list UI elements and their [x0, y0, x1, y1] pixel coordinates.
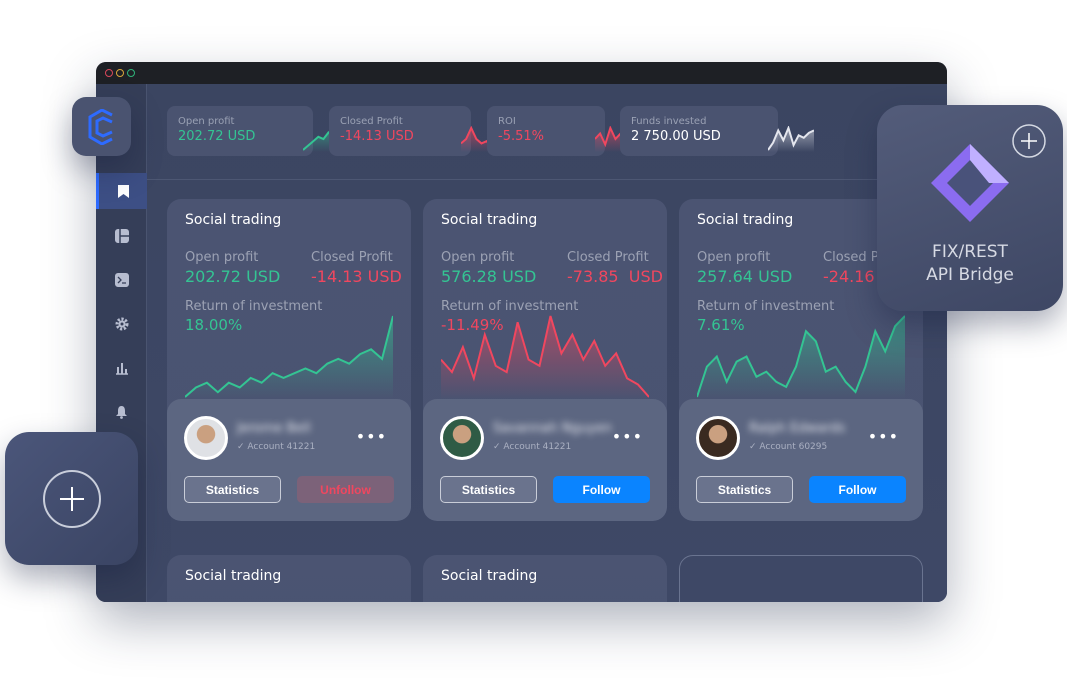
- card-title: Social trading: [441, 212, 538, 228]
- statistics-button[interactable]: Statistics: [184, 476, 281, 503]
- logo-icon: [88, 108, 113, 145]
- sidebar-item-settings[interactable]: [96, 306, 147, 342]
- roi-label: Return of investment: [441, 299, 579, 314]
- closed-profit-value: -73.85 USD: [567, 267, 663, 286]
- stat-value: -14.13 USD: [340, 129, 414, 144]
- trader-name: Savannah Nguyen: [493, 421, 612, 436]
- trader-name: Jerome Bell: [237, 421, 311, 436]
- stat-card[interactable]: ROI -5.51%: [487, 106, 641, 156]
- maximize-button[interactable]: [127, 69, 135, 77]
- plus-icon[interactable]: [1011, 123, 1047, 159]
- diamond-logo-icon: [931, 144, 1009, 222]
- account-label: ✓ Account 41221: [493, 442, 572, 452]
- title-bar: [96, 62, 947, 84]
- stat-value: 202.72 USD: [178, 129, 256, 144]
- statistics-button[interactable]: Statistics: [440, 476, 537, 503]
- sparkline: [696, 315, 906, 399]
- stat-label: ROI: [498, 116, 516, 127]
- trader-name: Ralph Edwards: [749, 421, 846, 436]
- stat-card[interactable]: Funds invested 2 750.00 USD: [620, 106, 814, 156]
- social-trading-card: Social trading Open profit 576.28 USD Cl…: [423, 199, 667, 521]
- fix-rest-label: FIX/REST: [932, 242, 1008, 262]
- open-profit-label: Open profit: [441, 250, 515, 265]
- add-tile[interactable]: [5, 432, 138, 565]
- card-title: Social trading: [185, 212, 282, 228]
- sparkline: [768, 126, 814, 152]
- more-options-icon[interactable]: •••: [612, 427, 643, 446]
- stat-label: Funds invested: [631, 116, 707, 127]
- app-window: Open profit 202.72 USD Closed Profit -14…: [96, 62, 947, 602]
- app-logo: [72, 97, 131, 156]
- closed-profit-label: Closed Profit: [311, 250, 393, 265]
- card-title: Social trading: [441, 568, 538, 584]
- bell-icon: [116, 406, 127, 419]
- follow-button[interactable]: Follow: [553, 476, 650, 503]
- unfollow-button[interactable]: Unfollow: [297, 476, 394, 503]
- roi-label: Return of investment: [697, 299, 835, 314]
- open-profit-value: 576.28 USD: [441, 267, 537, 286]
- stat-card[interactable]: Open profit 202.72 USD: [167, 106, 349, 156]
- divider: [147, 179, 947, 180]
- trader-panel: Jerome Bell ✓ Account 41221 ••• Statisti…: [167, 399, 411, 521]
- follow-button[interactable]: Follow: [809, 476, 906, 503]
- avatar[interactable]: [440, 416, 484, 460]
- sidebar-item-layout[interactable]: [96, 218, 147, 254]
- social-trading-card: Social trading: [167, 555, 411, 602]
- stat-label: Open profit: [178, 116, 235, 127]
- stat-value: 2 750.00 USD: [631, 129, 721, 144]
- minimize-button[interactable]: [116, 69, 124, 77]
- layout-icon: [114, 229, 129, 243]
- check-icon: ✓: [493, 442, 504, 452]
- stat-card[interactable]: Closed Profit -14.13 USD: [329, 106, 507, 156]
- api-bridge-label: API Bridge: [926, 265, 1014, 285]
- bar-chart-icon: [115, 363, 128, 375]
- check-icon: ✓: [749, 442, 760, 452]
- social-trading-card: Social trading Open profit 202.72 USD Cl…: [167, 199, 411, 521]
- account-label: ✓ Account 60295: [749, 442, 828, 452]
- close-button[interactable]: [105, 69, 113, 77]
- stat-label: Closed Profit: [340, 116, 403, 127]
- sidebar-item-analytics[interactable]: [96, 350, 147, 386]
- card-title: Social trading: [697, 212, 794, 228]
- more-options-icon[interactable]: •••: [356, 427, 387, 446]
- check-icon: ✓: [237, 442, 248, 452]
- sidebar-item-notifications[interactable]: [96, 394, 147, 430]
- trader-panel: Ralph Edwards ✓ Account 60295 ••• Statis…: [679, 399, 923, 521]
- closed-profit-label: Closed Profit: [567, 250, 649, 265]
- trader-panel: Savannah Nguyen ✓ Account 41221 ••• Stat…: [423, 399, 667, 521]
- more-options-icon[interactable]: •••: [868, 427, 899, 446]
- roi-label: Return of investment: [185, 299, 323, 314]
- card-title: Social trading: [185, 568, 282, 584]
- open-profit-label: Open profit: [185, 250, 259, 265]
- stat-value: -5.51%: [498, 129, 544, 144]
- plus-icon: [43, 470, 101, 528]
- avatar[interactable]: [184, 416, 228, 460]
- open-profit-value: 202.72 USD: [185, 267, 281, 286]
- sparkline: [184, 315, 394, 399]
- avatar[interactable]: [696, 416, 740, 460]
- open-profit-value: 257.64 USD: [697, 267, 793, 286]
- statistics-button[interactable]: Statistics: [696, 476, 793, 503]
- terminal-icon: [114, 273, 129, 287]
- bookmark-icon: [117, 184, 129, 198]
- main-content: Open profit 202.72 USD Closed Profit -14…: [147, 84, 947, 602]
- fix-rest-api-bridge-card[interactable]: FIX/REST API Bridge: [877, 105, 1063, 311]
- social-trading-card: [679, 555, 923, 602]
- gear-icon: [115, 317, 128, 331]
- sidebar-item-bookmarks[interactable]: [96, 173, 147, 209]
- sparkline: [440, 315, 650, 399]
- sidebar-item-terminal[interactable]: [96, 262, 147, 298]
- account-label: ✓ Account 41221: [237, 442, 316, 452]
- open-profit-label: Open profit: [697, 250, 771, 265]
- social-trading-card: Social trading: [423, 555, 667, 602]
- closed-profit-value: -14.13 USD: [311, 267, 402, 286]
